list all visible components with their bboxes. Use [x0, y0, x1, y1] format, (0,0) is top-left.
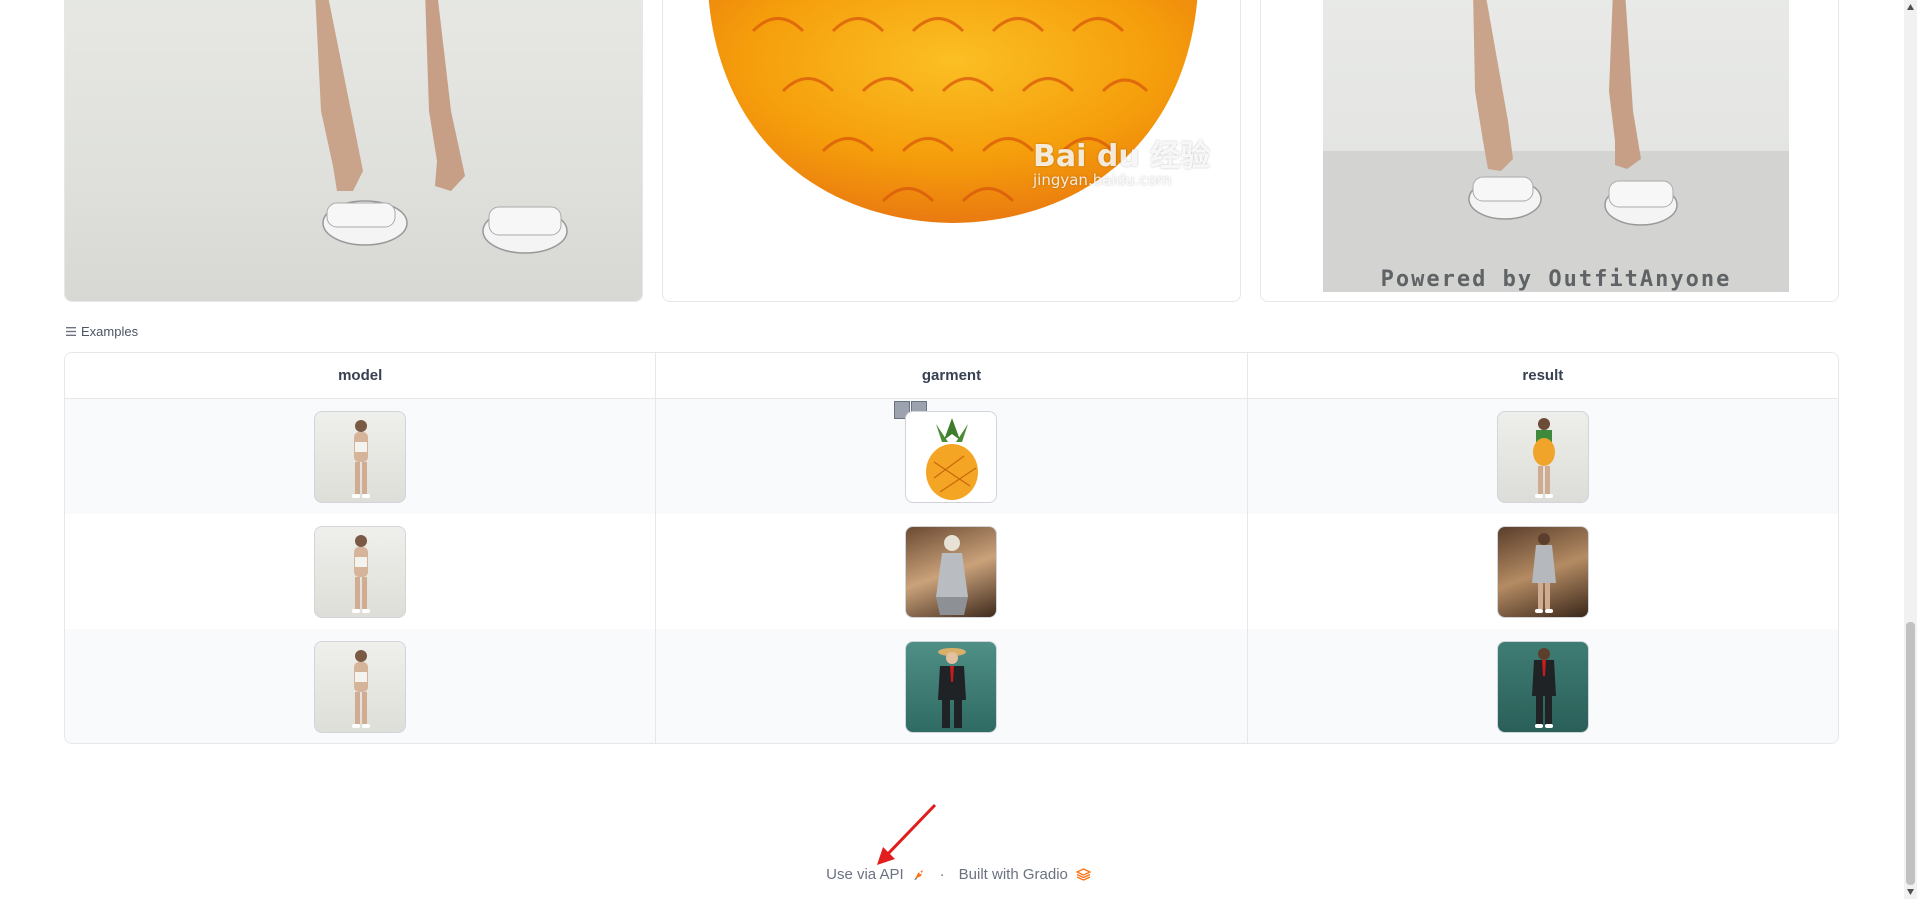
examples-label: Examples — [81, 324, 139, 339]
example-row-2[interactable] — [65, 514, 1838, 629]
example-cell-model[interactable] — [65, 629, 657, 743]
example-cell-result[interactable] — [1248, 629, 1838, 743]
result-thumbnail[interactable] — [1496, 410, 1589, 503]
annotation-arrow-icon — [877, 803, 937, 865]
powered-by-caption: Powered by OutfitAnyone — [1380, 267, 1732, 292]
gradio-logo-icon — [1075, 868, 1091, 881]
example-cell-model[interactable] — [65, 514, 657, 629]
example-cell-garment[interactable] — [656, 514, 1248, 629]
result-image: Powered by OutfitAnyone — [1323, 0, 1789, 292]
example-row-3[interactable] — [65, 629, 1838, 743]
column-header-model: model — [65, 353, 657, 398]
result-thumbnail[interactable] — [1496, 525, 1589, 618]
list-icon — [66, 327, 76, 336]
baidu-watermark: Bai du 经验 jingyan.baidu.com — [1033, 139, 1211, 189]
suit-thumbnail[interactable] — [905, 640, 998, 733]
example-cell-garment[interactable] — [656, 629, 1248, 743]
example-row-1[interactable] — [65, 399, 1838, 514]
column-header-result: result — [1522, 367, 1564, 384]
model-thumbnail[interactable] — [314, 410, 407, 503]
examples-table-header: model garment result — [65, 353, 1838, 399]
column-header-garment: garment — [656, 353, 1248, 398]
scrollbar-thumb[interactable] — [1906, 622, 1915, 885]
page: Bai du 经验 jingyan.baidu.com Powered by O… — [0, 0, 1917, 899]
silver-dress-thumbnail[interactable] — [905, 525, 998, 618]
example-cell-garment[interactable] — [656, 399, 1248, 514]
example-cell-result[interactable] — [1248, 399, 1838, 514]
built-with-gradio-link[interactable]: Built with Gradio — [959, 866, 1068, 883]
model-thumbnail[interactable] — [314, 640, 407, 733]
footer: Use via API · Built with Gradio — [0, 866, 1917, 883]
example-cell-result[interactable] — [1248, 514, 1838, 629]
scroll-up-icon[interactable] — [1906, 3, 1915, 11]
model-image-panel[interactable] — [64, 0, 643, 302]
rocket-icon — [913, 869, 923, 880]
example-cell-model[interactable] — [65, 399, 657, 514]
page-scrollbar[interactable] — [1904, 0, 1917, 899]
use-via-api-link[interactable]: Use via API — [826, 866, 904, 883]
examples-header: Examples — [66, 324, 138, 339]
result-image-panel[interactable]: Powered by OutfitAnyone — [1260, 0, 1839, 302]
pineapple-thumbnail[interactable] — [905, 410, 998, 503]
footer-separator: · — [939, 866, 945, 883]
scroll-down-icon[interactable] — [1906, 888, 1915, 896]
model-legs-image — [315, 0, 568, 254]
examples-table: model garment result — [64, 352, 1839, 744]
model-thumbnail[interactable] — [314, 525, 407, 618]
garment-image-panel[interactable]: Bai du 经验 jingyan.baidu.com — [662, 0, 1241, 302]
result-thumbnail[interactable] — [1496, 640, 1589, 733]
